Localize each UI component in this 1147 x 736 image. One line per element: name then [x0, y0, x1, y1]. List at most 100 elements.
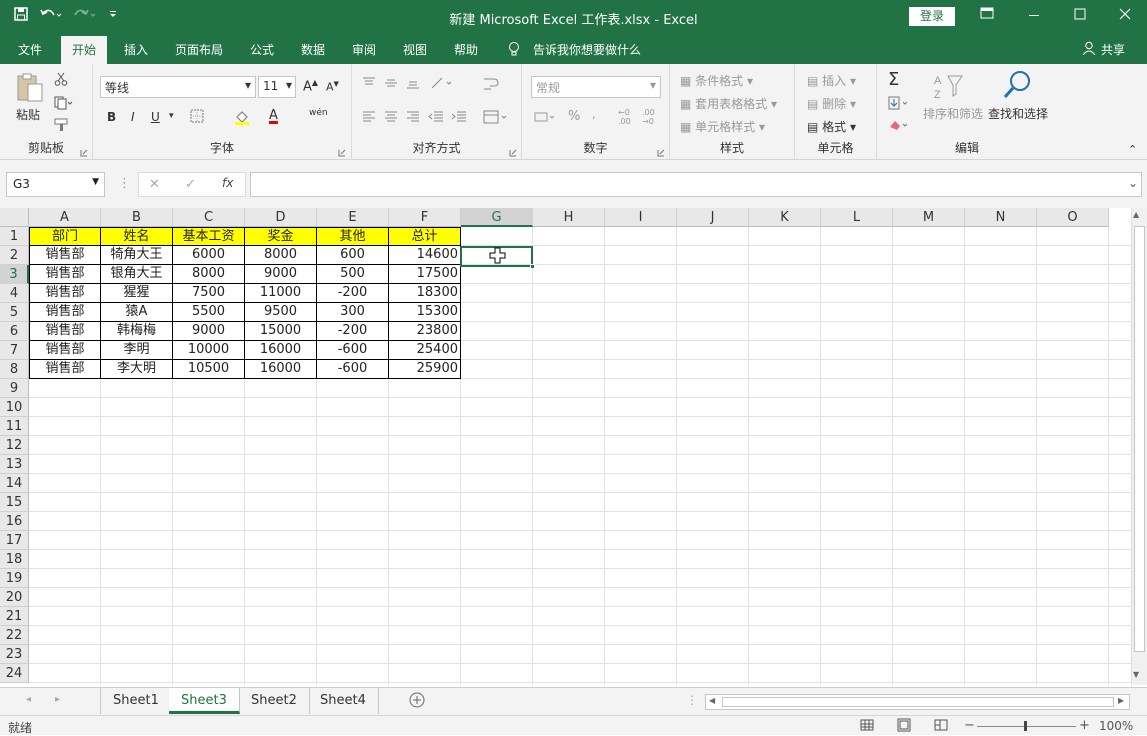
format-as-table-button[interactable]: ▦ 套用表格格式 ▾: [680, 95, 777, 112]
table-cell[interactable]: 销售部: [29, 284, 101, 303]
vertical-scrollbar[interactable]: ▲ ▼: [1131, 208, 1147, 685]
table-cell[interactable]: 销售部: [29, 303, 101, 322]
align-middle-icon[interactable]: [384, 76, 398, 93]
scroll-down-icon[interactable]: ▼: [1133, 670, 1139, 679]
row-header-15[interactable]: 15: [0, 493, 29, 512]
row-header-16[interactable]: 16: [0, 512, 29, 531]
close-icon[interactable]: [1119, 6, 1131, 24]
row-header-13[interactable]: 13: [0, 455, 29, 474]
find-select-label[interactable]: 查找和选择: [988, 105, 1048, 122]
cell-styles-button[interactable]: ▦ 单元格样式 ▾: [680, 118, 765, 135]
zoom-out-button[interactable]: −: [964, 718, 975, 733]
insert-cells-button[interactable]: ▤ 插入 ▾: [807, 72, 856, 89]
comma-style-icon[interactable]: ,: [592, 108, 596, 121]
table-cell[interactable]: 17500: [389, 265, 461, 284]
sort-filter-label[interactable]: 排序和筛选: [923, 105, 983, 122]
tab-data[interactable]: 数据: [301, 41, 325, 58]
tell-me-search[interactable]: 告诉我你想要做什么: [533, 41, 641, 58]
column-header-a[interactable]: A: [29, 208, 101, 227]
row-header-24[interactable]: 24: [0, 664, 29, 683]
align-left-icon[interactable]: [362, 110, 376, 127]
row-header-5[interactable]: 5: [0, 303, 29, 322]
column-header-n[interactable]: N: [965, 208, 1037, 227]
italic-button[interactable]: I: [131, 110, 135, 124]
row-header-20[interactable]: 20: [0, 588, 29, 607]
table-cell[interactable]: 14600: [389, 246, 461, 265]
tab-help[interactable]: 帮助: [454, 41, 478, 58]
paste-icon[interactable]: [14, 72, 46, 107]
font-size-select[interactable]: 11 ▾: [258, 76, 296, 98]
table-cell[interactable]: 25900: [389, 360, 461, 379]
add-sheet-icon[interactable]: [409, 692, 425, 711]
expand-formula-icon[interactable]: ⌄: [1128, 176, 1138, 190]
table-cell[interactable]: 销售部: [29, 246, 101, 265]
column-header-h[interactable]: H: [533, 208, 605, 227]
find-select-icon[interactable]: [1002, 70, 1032, 105]
table-cell[interactable]: 销售部: [29, 322, 101, 341]
grow-font-icon[interactable]: A▲: [303, 78, 318, 94]
table-cell[interactable]: 18300: [389, 284, 461, 303]
table-cell[interactable]: 猿A: [101, 303, 173, 322]
share-button[interactable]: 共享: [1101, 41, 1125, 58]
table-cell[interactable]: 16000: [245, 360, 317, 379]
table-cell[interactable]: 8000: [245, 246, 317, 265]
sheet-tab-3[interactable]: Sheet3: [169, 688, 240, 714]
table-header-cell[interactable]: 总计: [389, 227, 461, 246]
column-header-j[interactable]: J: [677, 208, 749, 227]
row-header-12[interactable]: 12: [0, 436, 29, 455]
tab-insert[interactable]: 插入: [124, 41, 148, 58]
row-header-7[interactable]: 7: [0, 341, 29, 360]
tab-review[interactable]: 审阅: [352, 41, 376, 58]
table-cell[interactable]: 李明: [101, 341, 173, 360]
row-header-3[interactable]: 3: [0, 265, 29, 284]
table-cell[interactable]: 银角大王: [101, 265, 173, 284]
column-header-k[interactable]: K: [749, 208, 821, 227]
table-header-cell[interactable]: 基本工资: [173, 227, 245, 246]
enter-icon[interactable]: ✓: [185, 177, 196, 192]
autosum-icon[interactable]: Σ: [888, 69, 899, 90]
tab-splitter-icon[interactable]: ⋮: [686, 693, 698, 707]
zoom-in-button[interactable]: +: [1079, 718, 1090, 733]
minimize-icon[interactable]: [1028, 6, 1040, 24]
decrease-indent-icon[interactable]: [428, 110, 444, 127]
paste-label[interactable]: 粘贴: [16, 106, 40, 123]
table-cell[interactable]: 韩梅梅: [101, 322, 173, 341]
row-header-21[interactable]: 21: [0, 607, 29, 626]
fill-handle[interactable]: [530, 264, 535, 269]
tab-home[interactable]: 开始: [61, 36, 108, 64]
formula-input[interactable]: ⌄: [250, 172, 1142, 197]
table-header-cell[interactable]: 奖金: [245, 227, 317, 246]
column-header-c[interactable]: C: [173, 208, 245, 227]
delete-cells-button[interactable]: ▤ 删除 ▾: [807, 95, 856, 112]
table-cell[interactable]: 16000: [245, 341, 317, 360]
table-cell[interactable]: 25400: [389, 341, 461, 360]
orientation-icon[interactable]: [430, 76, 454, 93]
increase-indent-icon[interactable]: [451, 110, 467, 127]
accounting-format-icon[interactable]: [534, 110, 558, 127]
copy-icon[interactable]: [54, 96, 74, 113]
maximize-icon[interactable]: [1074, 6, 1086, 24]
table-cell[interactable]: 6000: [173, 246, 245, 265]
table-header-cell[interactable]: 其他: [317, 227, 389, 246]
column-header-l[interactable]: L: [821, 208, 893, 227]
table-cell[interactable]: -600: [317, 360, 389, 379]
border-icon[interactable]: [190, 109, 204, 126]
zoom-level[interactable]: 100%: [1099, 719, 1133, 733]
clear-icon[interactable]: [888, 118, 912, 135]
align-bottom-icon[interactable]: [406, 76, 420, 93]
table-cell[interactable]: 300: [317, 303, 389, 322]
column-header-b[interactable]: B: [101, 208, 173, 227]
row-header-14[interactable]: 14: [0, 474, 29, 493]
scroll-right-icon[interactable]: ▶: [1118, 696, 1124, 705]
user-icon[interactable]: [1082, 41, 1096, 58]
normal-view-icon[interactable]: [860, 718, 874, 735]
sheet-tab-1[interactable]: Sheet1: [100, 688, 172, 714]
ribbon-display-icon[interactable]: [980, 6, 994, 24]
page-layout-view-icon[interactable]: [897, 718, 911, 735]
shrink-font-icon[interactable]: A▼: [326, 80, 339, 94]
select-all-corner[interactable]: [0, 208, 29, 227]
collapse-ribbon-icon[interactable]: ⌃: [1128, 143, 1137, 156]
percent-button[interactable]: %: [568, 109, 580, 124]
column-header-m[interactable]: M: [893, 208, 965, 227]
table-cell[interactable]: 猩猩: [101, 284, 173, 303]
